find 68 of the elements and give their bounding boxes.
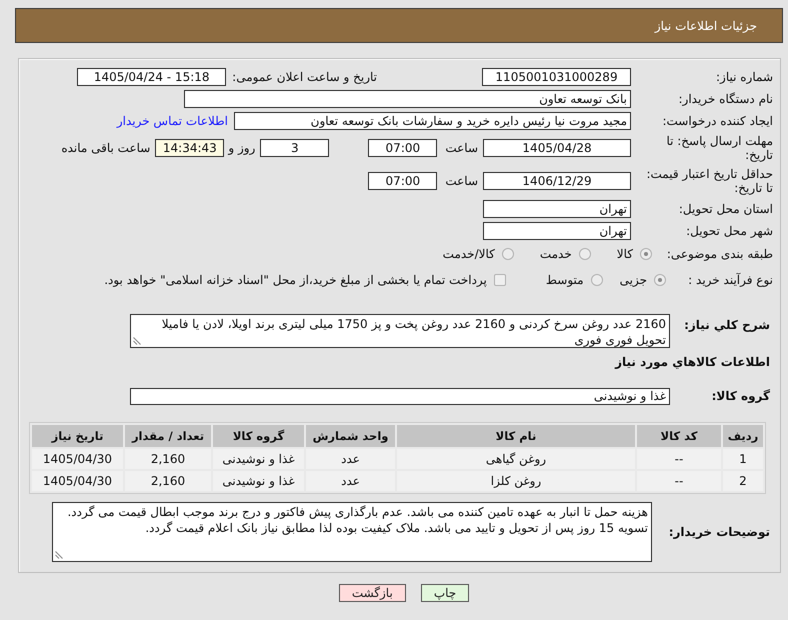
field-label: استان محل تحویل:	[678, 202, 773, 216]
column-header: واحد شمارش	[306, 425, 395, 447]
table-cell: 2,160	[125, 471, 211, 491]
table-cell: عدد	[306, 471, 395, 491]
description-text: 2160 عدد روغن سرخ کردنی و 2160 عدد روغن پخت و پز 1750 میلی لیتری برند اویلا، لادن یا فامیلا تحویل فوری فوری	[162, 317, 666, 347]
field-label: گروه کالا:	[710, 388, 770, 404]
resize-grip-icon[interactable]	[133, 337, 141, 345]
table-cell: --	[637, 471, 721, 491]
option-label: متوسط	[546, 273, 584, 287]
table-cell: 1405/04/30	[32, 449, 123, 469]
column-header: کد کالا	[637, 425, 721, 447]
date-field[interactable]: 1406/12/29	[483, 172, 631, 190]
province-field[interactable]: تهران	[483, 200, 631, 218]
table-cell: 1405/04/30	[32, 471, 123, 491]
checkbox-label: پرداخت تمام یا بخشی از مبلغ خرید،از محل "اسناد خزانه اسلامی" خواهد بود.	[104, 273, 487, 287]
field-label: نوع فرآیند خرید :	[687, 273, 773, 287]
field-label: شماره نیاز:	[715, 70, 773, 84]
field-label: شهر محل تحویل:	[685, 224, 773, 238]
field-label: توضیحات خریدار:	[668, 524, 770, 540]
option-label: کالا	[616, 247, 633, 261]
time-field[interactable]: 07:00	[368, 139, 438, 157]
field-label: مهلت ارسال پاسخ: تا تاریخ:	[665, 134, 773, 162]
column-header: ردیف	[723, 425, 763, 447]
field-label: طبقه بندی موضوعی:	[666, 247, 773, 261]
print-button[interactable]: چاپ	[420, 584, 470, 602]
notes-text: هزینه حمل تا انبار به عهده تامین کننده می باشد. عدم بارگذاری پیش فاکتور و درج برند موجب ابطال قیمت می گردد. تسویه 15 روز پس از تحویل و تایید می باشد. ملاک کیفیت بوده لذا مطابق نیاز بانک اعلام قیمت گردد.	[67, 505, 648, 535]
requester-field[interactable]: مجید مروت نیا رئیس دایره خرید و سفارشات بانک توسعه تعاون	[234, 112, 631, 130]
table-cell: روغن کلزا	[397, 471, 635, 491]
notes-textarea[interactable]	[52, 502, 652, 562]
field-label: شرح کلي نیاز:	[683, 317, 770, 333]
column-header: گروه کالا	[213, 425, 304, 447]
option-label: کالا/خدمت	[442, 247, 495, 261]
need-number-field[interactable]: 1105001031000289	[482, 68, 631, 86]
table-cell: عدد	[306, 449, 395, 469]
days-field[interactable]: 3	[260, 139, 330, 157]
field-label: ساعت	[445, 174, 478, 188]
field-label: ساعت	[445, 141, 478, 155]
contact-link[interactable]: اطلاعات تماس خریدار	[116, 114, 228, 128]
section-title: اطلاعات کالاهاي مورد نیاز	[615, 355, 770, 369]
table-cell: غذا و نوشیدنی	[213, 471, 304, 491]
field-label: روز و	[228, 141, 256, 155]
goods-group-field[interactable]: غذا و نوشیدنی	[130, 388, 670, 404]
table-cell: --	[637, 449, 721, 469]
field-label: نام دستگاه خریدار:	[678, 92, 773, 106]
field-label: تاریخ و ساعت اعلان عمومی:	[232, 70, 377, 84]
time-field[interactable]: 07:00	[368, 172, 438, 190]
table-cell: غذا و نوشیدنی	[213, 449, 304, 469]
resize-grip-icon[interactable]	[55, 551, 63, 559]
field-label: حداقل تاریخ اعتبار قیمت: تا تاریخ:	[645, 167, 773, 195]
field-label: ایجاد کننده درخواست:	[661, 114, 773, 128]
back-button[interactable]: بازگشت	[338, 584, 406, 602]
remaining-time-field[interactable]: 14:34:43	[155, 139, 224, 157]
column-header: نام کالا	[397, 425, 635, 447]
date-field[interactable]: 1405/04/28	[483, 139, 631, 157]
table-cell: 2	[723, 471, 763, 491]
city-field[interactable]: تهران	[483, 222, 631, 240]
table-cell: 1	[723, 449, 763, 469]
option-label: خدمت	[540, 247, 572, 261]
description-textarea[interactable]: 2160 عدد روغن سرخ کردنی و 2160 عدد روغن پخت و پز 1750 میلی لیتری برند اویلا، لادن یا فامیلا تحویل فوری فوری	[130, 314, 670, 348]
buyer-org-field[interactable]: بانک توسعه تعاون	[184, 90, 631, 108]
announce-date-field[interactable]: 1405/04/24 - 15:18	[77, 68, 226, 86]
table-cell: روغن گیاهی	[397, 449, 635, 469]
column-header: تعداد / مقدار	[125, 425, 211, 447]
table-cell: 2,160	[125, 449, 211, 469]
column-header: تاریخ نیاز	[32, 425, 123, 447]
page-title: جزئیات اطلاعات نیاز	[654, 18, 757, 32]
field-label: ساعت باقی مانده	[61, 141, 150, 155]
option-label: جزیی	[620, 273, 647, 287]
